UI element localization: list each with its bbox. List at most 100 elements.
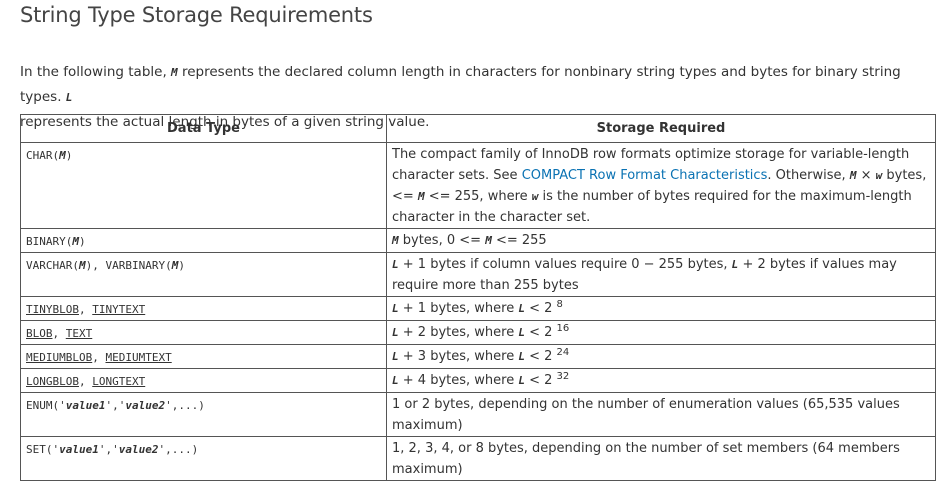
storage-text: + 1 bytes, where [402,301,515,316]
column-header-data-type: Data Type [20,114,387,143]
data-type-cell: BLOB, TEXT [20,320,387,345]
var-l: L [518,326,525,339]
data-type-cell: TINYBLOB, TINYTEXT [20,296,387,321]
data-type-cell: ENUM('value1','value2',...) [20,392,387,437]
type-text: CHAR( [26,149,60,162]
storage-cell: 1, 2, 3, 4, or 8 bytes, depending on the… [386,436,936,481]
tinytext-link[interactable]: TINYTEXT [92,303,145,316]
type-text: VARCHAR( [26,259,79,272]
var-l: L [392,326,399,339]
type-text: ) [178,259,185,272]
table-row: SET('value1','value2',...) 1, 2, 3, 4, o… [20,436,936,481]
separator: , [78,375,86,388]
type-var: value2 [125,399,166,412]
storage-text: < 2 [529,373,553,388]
type-text: ) [78,235,86,248]
var-m: M [485,234,492,247]
longtext-link[interactable]: LONGTEXT [92,375,145,388]
table-row: CHAR(M) The compact family of InnoDB row… [20,142,936,229]
storage-text: + 2 bytes, where [402,325,515,340]
table-row: ENUM('value1','value2',...) 1 or 2 bytes… [20,392,936,437]
separator: , [92,351,99,364]
storage-text: . Otherwise, [767,168,846,183]
type-text: BINARY( [26,235,73,248]
table-row: MEDIUMBLOB, MEDIUMTEXT L + 3 bytes, wher… [20,344,936,369]
var-w: w [875,169,883,182]
exponent: 16 [556,323,570,334]
type-text: SET(' [26,443,60,456]
mediumtext-link[interactable]: MEDIUMTEXT [105,351,171,364]
tinyblob-link[interactable]: TINYBLOB [26,303,79,316]
blob-link[interactable]: BLOB [26,327,53,340]
storage-text: < 2 [529,325,553,340]
storage-cell: M bytes, 0 <= M <= 255 [386,228,936,253]
text-link[interactable]: TEXT [66,327,93,340]
type-var: M [72,235,79,248]
storage-table: Data Type Storage Required CHAR(M) The c… [20,114,936,481]
compact-row-format-link[interactable]: COMPACT Row Format Characteristics [522,168,768,183]
intro-text: In the following table, [20,63,167,80]
table-header-row: Data Type Storage Required [20,114,936,143]
var-m: M [849,169,857,182]
type-text: ',...) [165,399,205,412]
table-row: BINARY(M) M bytes, 0 <= M <= 255 [20,228,936,253]
longblob-link[interactable]: LONGBLOB [26,375,79,388]
type-text: ) [65,149,73,162]
type-var: M [59,149,66,162]
var-m: M [392,234,399,247]
var-l: L [518,350,525,363]
storage-cell: L + 1 bytes if column values require 0 −… [386,252,936,297]
storage-text: <= 255 [495,233,547,248]
page-title: String Type Storage Requirements [20,3,373,27]
storage-text: bytes, 0 <= [402,233,482,248]
table-row: LONGBLOB, LONGTEXT L + 4 bytes, where L … [20,368,936,393]
data-type-cell: VARCHAR(M), VARBINARY(M) [20,252,387,297]
storage-text: + 4 bytes, where [402,373,515,388]
storage-cell: L + 1 bytes, where L < 2 8 [386,296,936,321]
data-type-cell: SET('value1','value2',...) [20,436,387,481]
var-l: L [392,258,399,271]
type-text: ENUM(' [26,399,66,412]
data-type-cell: BINARY(M) [20,228,387,253]
data-type-cell: LONGBLOB, LONGTEXT [20,368,387,393]
storage-cell: L + 4 bytes, where L < 2 32 [386,368,936,393]
data-type-cell: CHAR(M) [20,142,387,229]
storage-cell: The compact family of InnoDB row formats… [386,142,936,229]
storage-text: < 2 [529,349,553,364]
times-sign: × [860,168,872,183]
var-l: L [518,302,525,315]
exponent: 8 [556,299,563,310]
type-text: ',' [98,443,119,456]
var-l: L [392,374,399,387]
storage-text: + 1 bytes if column values require 0 − 2… [402,257,728,272]
table-row: VARCHAR(M), VARBINARY(M) L + 1 bytes if … [20,252,936,297]
var-m: M [417,190,425,203]
var-m: M [171,65,178,79]
var-l: L [392,302,399,315]
storage-text: < 2 [529,301,553,316]
var-l: L [392,350,399,363]
storage-cell: 1 or 2 bytes, depending on the number of… [386,392,936,437]
exponent: 32 [556,371,570,382]
table-row: TINYBLOB, TINYTEXT L + 1 bytes, where L … [20,296,936,321]
separator: , [52,327,60,340]
type-text: ',...) [158,443,199,456]
type-var: value1 [59,443,99,456]
var-l: L [65,90,73,104]
var-l: L [731,258,739,271]
exponent: 24 [556,347,570,358]
mediumblob-link[interactable]: MEDIUMBLOB [26,351,92,364]
storage-cell: L + 3 bytes, where L < 2 24 [386,344,936,369]
storage-text: <= 255, where [428,189,528,204]
var-l: L [518,374,525,387]
type-text: ), VARBINARY( [85,259,172,272]
type-var: M [78,259,86,272]
type-var: value1 [65,399,106,412]
storage-cell: L + 2 bytes, where L < 2 16 [386,320,936,345]
type-text: ',' [105,399,126,412]
separator: , [78,303,86,316]
type-var: value2 [118,443,159,456]
var-w: w [531,190,539,203]
table-row: BLOB, TEXT L + 2 bytes, where L < 2 16 [20,320,936,345]
storage-text: + 3 bytes, where [402,349,515,364]
